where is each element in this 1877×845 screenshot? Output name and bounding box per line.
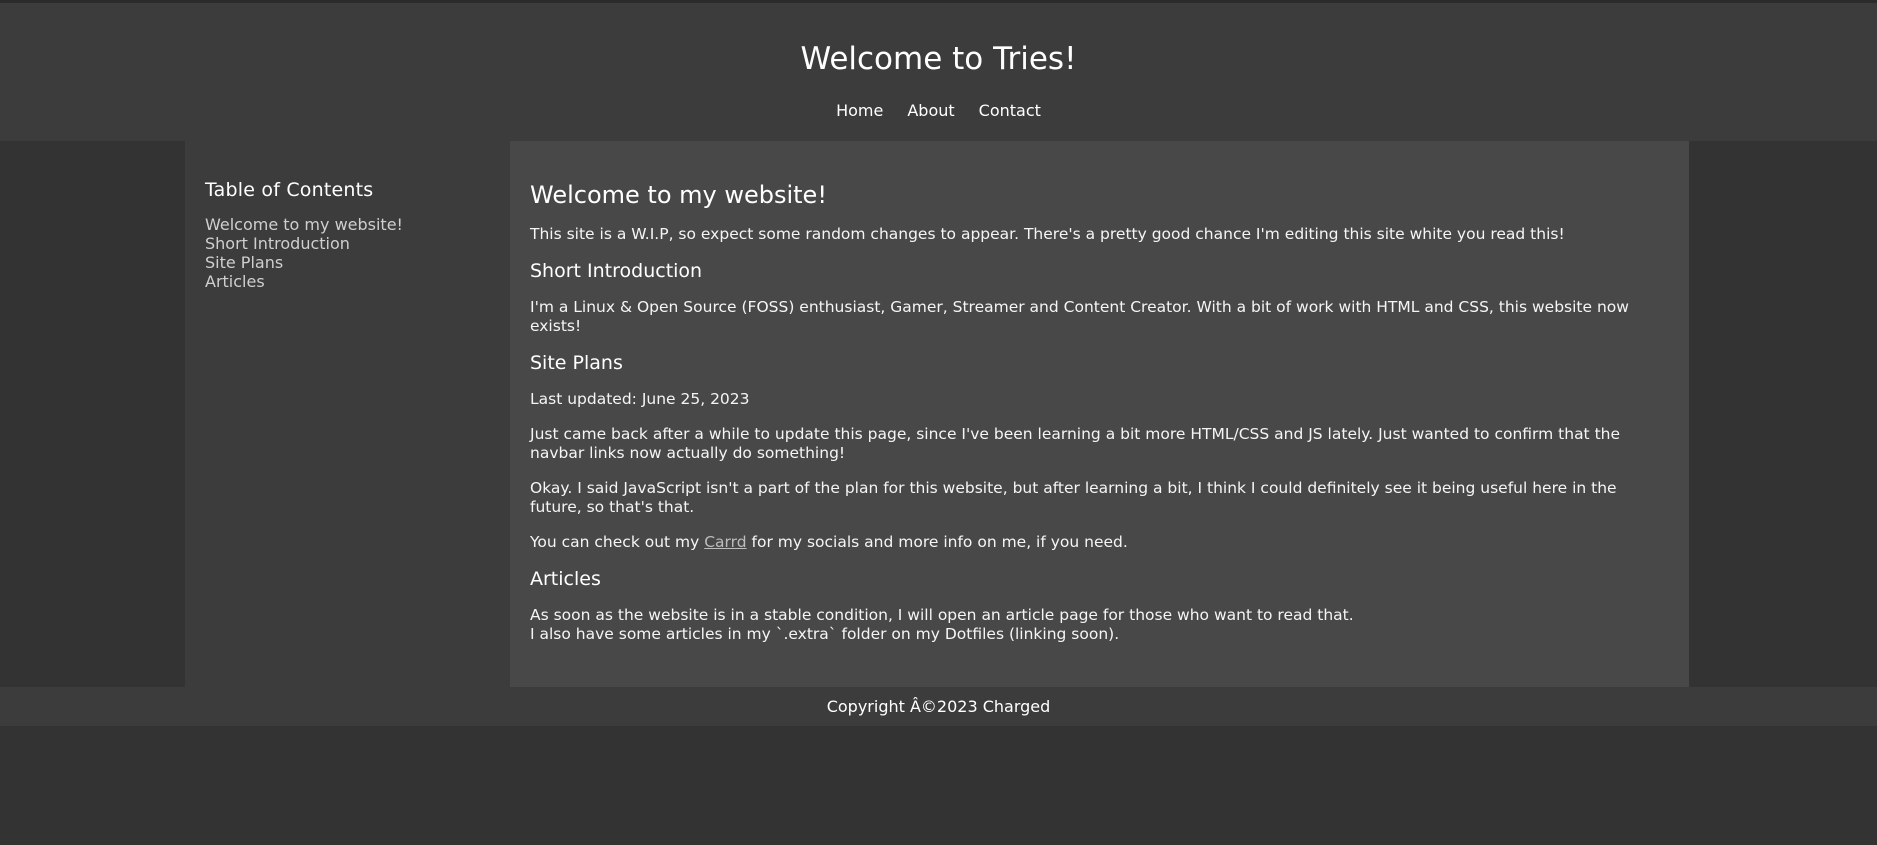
- articles-line-2: I also have some articles in my `.extra`…: [530, 625, 1120, 643]
- carrd-suffix-text: for my socials and more info on me, if y…: [746, 533, 1128, 551]
- site-plans-paragraph-2: Okay. I said JavaScript isn't a part of …: [530, 479, 1617, 516]
- short-introduction-heading: Short Introduction: [530, 260, 703, 282]
- last-updated-text: Last updated: June 25, 2023: [530, 390, 750, 408]
- site-header: Welcome to Tries! Home About Contact: [0, 3, 1877, 141]
- copyright-text: Copyright Â©2023 Charged: [826, 697, 1051, 716]
- toc-title: Table of Contents: [205, 179, 374, 201]
- main-content: Welcome to my website! This site is a W.…: [510, 141, 1689, 687]
- nav-contact-link[interactable]: Contact: [979, 101, 1041, 120]
- welcome-heading: Welcome to my website!: [530, 181, 827, 209]
- navbar: Home About Contact: [0, 101, 1877, 120]
- nav-home-link[interactable]: Home: [836, 101, 883, 120]
- site-plans-heading: Site Plans: [530, 352, 623, 374]
- toc-item: Short Introduction: [205, 234, 490, 253]
- toc-list: Welcome to my website! Short Introductio…: [205, 215, 490, 291]
- site-title: Welcome to Tries!: [800, 41, 1077, 77]
- short-introduction-text: I'm a Linux & Open Source (FOSS) enthusi…: [530, 298, 1629, 335]
- site-plans-paragraph-3: You can check out my Carrd for my social…: [530, 533, 1669, 552]
- toc-item: Articles: [205, 272, 490, 291]
- toc-item: Site Plans: [205, 253, 490, 272]
- toc-link-articles[interactable]: Articles: [205, 272, 490, 291]
- nav-about-link[interactable]: About: [907, 101, 954, 120]
- toc-link-short-introduction[interactable]: Short Introduction: [205, 234, 490, 253]
- site-footer: Copyright Â©2023 Charged: [0, 687, 1877, 726]
- sidebar: Table of Contents Welcome to my website!…: [185, 141, 510, 687]
- carrd-link[interactable]: Carrd: [704, 533, 746, 551]
- toc-item: Welcome to my website!: [205, 215, 490, 234]
- intro-text: This site is a W.I.P, so expect some ran…: [530, 225, 1565, 243]
- toc-link-welcome[interactable]: Welcome to my website!: [205, 215, 490, 234]
- toc-link-site-plans[interactable]: Site Plans: [205, 253, 490, 272]
- carrd-prefix-text: You can check out my: [530, 533, 705, 551]
- articles-heading: Articles: [530, 568, 601, 590]
- articles-line-1: As soon as the website is in a stable co…: [530, 606, 1354, 624]
- site-plans-paragraph-1: Just came back after a while to update t…: [530, 425, 1621, 462]
